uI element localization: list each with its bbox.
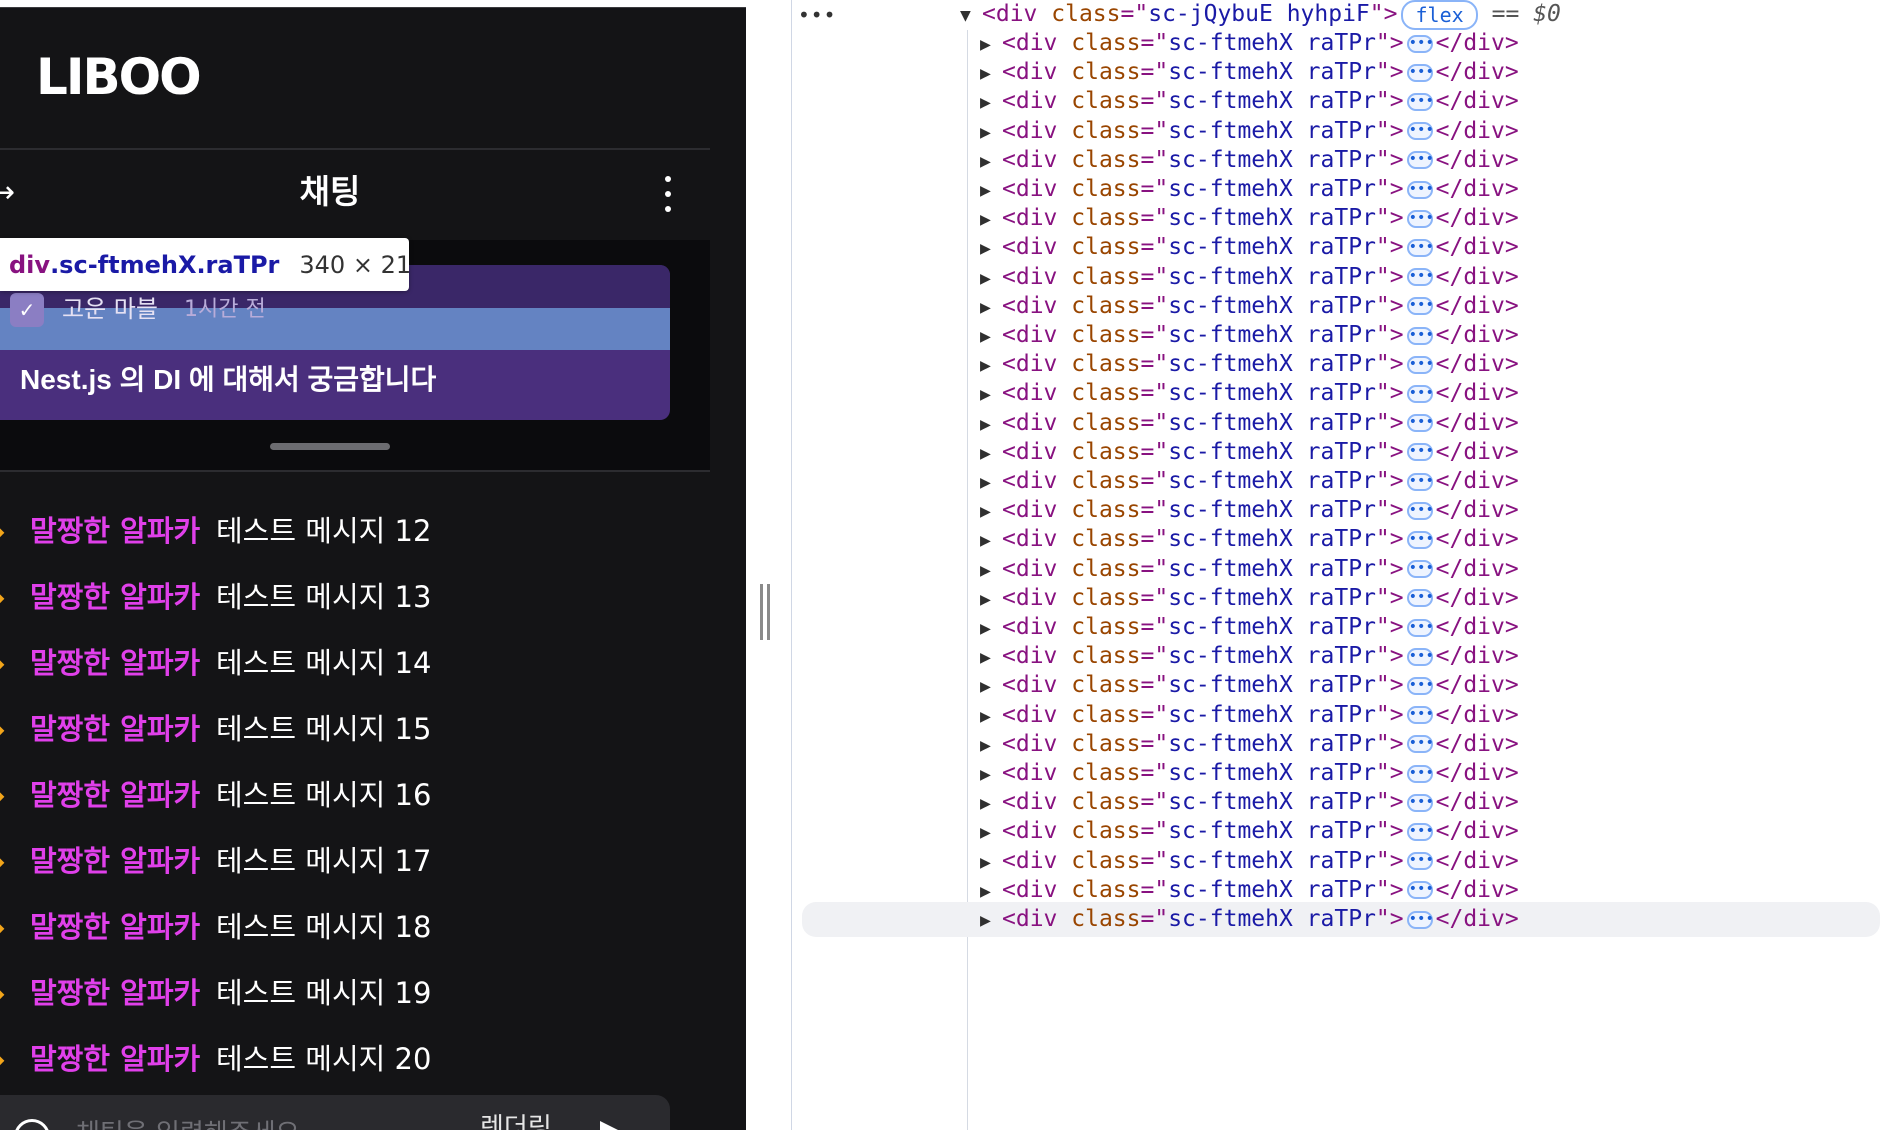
ellipsis-icon[interactable]: ••• — [1406, 910, 1434, 929]
message-nickname[interactable]: 말짱한 알파카 — [30, 1026, 200, 1092]
ellipsis-icon[interactable]: ••• — [1406, 852, 1434, 871]
ellipsis-icon[interactable]: ••• — [1406, 793, 1434, 812]
browser-top-strip — [0, 0, 746, 7]
user-avatar-icon: ✓ — [10, 293, 44, 327]
message-text: 테스트 메시지 12 — [216, 514, 432, 548]
ellipsis-icon[interactable]: ••• — [1406, 209, 1434, 228]
tree-indent-guide — [967, 30, 968, 1130]
message-nickname[interactable]: 말짱한 알파카 — [30, 498, 200, 564]
inspect-tooltip: div .sc-ftmehX.raTPr 340 × 21 — [0, 238, 412, 291]
ellipsis-icon[interactable]: ••• — [1406, 764, 1434, 783]
ellipsis-icon[interactable]: ••• — [1406, 34, 1434, 53]
tooltip-class: .sc-ftmehX.raTPr — [50, 250, 280, 279]
ellipsis-icon[interactable]: ••• — [1406, 268, 1434, 287]
more-actions-icon[interactable]: ••• — [798, 2, 836, 28]
message-nickname[interactable]: 말짱한 알파카 — [30, 630, 200, 696]
message-text: 테스트 메시지 18 — [216, 910, 432, 944]
ellipsis-icon[interactable]: ••• — [1406, 618, 1434, 637]
ellipsis-icon[interactable]: ••• — [1406, 63, 1434, 82]
ellipsis-icon[interactable]: ••• — [1406, 472, 1434, 491]
selected-marker: == $0 — [1491, 1, 1561, 27]
expand-arrow-icon[interactable]: ▶ — [980, 903, 1002, 938]
parent-attr: class — [1051, 1, 1121, 27]
ellipsis-icon[interactable]: ••• — [1406, 238, 1434, 257]
message-nickname[interactable]: 말짱한 알파카 — [30, 696, 200, 762]
ellipsis-icon[interactable]: ••• — [1406, 735, 1434, 754]
message-text: 테스트 메시지 16 — [216, 778, 432, 812]
chat-input-bar: 채팅을 입력해주세요 렌더링 — [0, 1095, 670, 1130]
devtools-elements-panel: ••• ▼ <div class="sc-jQybuE hyhpiF"> flex =… — [792, 0, 1880, 1130]
emoji-icon[interactable] — [14, 1119, 50, 1130]
ellipsis-icon[interactable]: ••• — [1406, 122, 1434, 141]
message-nickname[interactable]: 말짱한 알파카 — [30, 960, 200, 1026]
message-text: 테스트 메시지 19 — [216, 976, 432, 1010]
ellipsis-icon[interactable]: ••• — [1406, 530, 1434, 549]
parent-class-value: sc-jQybuE hyhpiF — [1148, 1, 1370, 27]
chat-input[interactable]: 채팅을 입력해주세요 — [76, 1117, 300, 1130]
collapse-arrow-icon[interactable]: ▼ — [960, 0, 982, 33]
pinned-divider — [0, 470, 710, 472]
message-text: 테스트 메시지 13 — [216, 580, 432, 614]
panel-resizer[interactable] — [746, 0, 792, 1130]
ellipsis-icon[interactable]: ••• — [1406, 180, 1434, 199]
tooltip-tag: div — [9, 250, 51, 279]
pinned-message: Nest.js 의 DI 에 대해서 궁금합니다 — [20, 364, 437, 395]
ellipsis-icon[interactable]: ••• — [1406, 414, 1434, 433]
resizer-grip-icon[interactable] — [760, 584, 770, 640]
ellipsis-icon[interactable]: ••• — [1406, 676, 1434, 695]
message-nickname[interactable]: 말짱한 알파카 — [30, 564, 200, 630]
ellipsis-icon[interactable]: ••• — [1406, 443, 1434, 462]
message-text: 테스트 메시지 17 — [216, 844, 432, 878]
ellipsis-icon[interactable]: ••• — [1406, 881, 1434, 900]
parent-tag: div — [995, 1, 1038, 27]
ellipsis-icon[interactable]: ••• — [1406, 151, 1434, 170]
user-badge-icon: ◆ — [0, 498, 4, 564]
chat-header: → 채팅 — [0, 150, 710, 238]
message-text: 테스트 메시지 14 — [216, 646, 432, 680]
ellipsis-icon[interactable]: ••• — [1406, 647, 1434, 666]
tooltip-dimensions: 340 × 21 — [299, 250, 412, 279]
user-badge-icon: ◆ — [0, 630, 4, 696]
message-text: 테스트 메시지 20 — [216, 1042, 432, 1076]
user-badge-icon: ◆ — [0, 1026, 4, 1092]
message-nickname[interactable]: 말짱한 알파카 — [30, 894, 200, 960]
render-button[interactable]: 렌더링 — [480, 1111, 552, 1130]
ellipsis-icon[interactable]: ••• — [1406, 589, 1434, 608]
message-text: 테스트 메시지 15 — [216, 712, 432, 746]
top-strip-shadow — [0, 7, 746, 8]
ellipsis-icon[interactable]: ••• — [1406, 355, 1434, 374]
liboo-logo[interactable]: LIBOO — [36, 52, 202, 102]
ellipsis-icon[interactable]: ••• — [1406, 326, 1434, 345]
user-badge-icon: ◆ — [0, 828, 4, 894]
pinned-drag-handle[interactable] — [270, 443, 390, 450]
message-nickname[interactable]: 말짱한 알파카 — [30, 828, 200, 894]
user-badge-icon: ◆ — [0, 564, 4, 630]
pinned-author: 고운 마블 — [62, 295, 158, 323]
ellipsis-icon[interactable]: ••• — [1406, 560, 1434, 579]
user-badge-icon: ◆ — [0, 762, 4, 828]
user-badge-icon: ◆ — [0, 696, 4, 762]
ellipsis-icon[interactable]: ••• — [1406, 501, 1434, 520]
more-options-icon[interactable] — [662, 176, 674, 212]
chat-title: 채팅 — [299, 172, 361, 211]
send-icon[interactable] — [600, 1121, 628, 1130]
ellipsis-icon[interactable]: ••• — [1406, 297, 1434, 316]
ellipsis-icon[interactable]: ••• — [1406, 92, 1434, 111]
user-badge-icon: ◆ — [0, 894, 4, 960]
pinned-time: 1시간 전 — [184, 297, 266, 322]
child-node[interactable]: ▶ <div class="sc-ftmehX raTPr"> •••</div> — [802, 902, 1880, 937]
message-nickname[interactable]: 말짱한 알파카 — [30, 762, 200, 828]
user-badge-icon: ◆ — [0, 960, 4, 1026]
ellipsis-icon[interactable]: ••• — [1406, 384, 1434, 403]
ellipsis-icon[interactable]: ••• — [1406, 822, 1434, 841]
app-viewport: LIBOO → 채팅 ✓ 고운 마블 1시간 전 Nest.js 의 DI 에 … — [0, 0, 746, 1130]
ellipsis-icon[interactable]: ••• — [1406, 706, 1434, 725]
